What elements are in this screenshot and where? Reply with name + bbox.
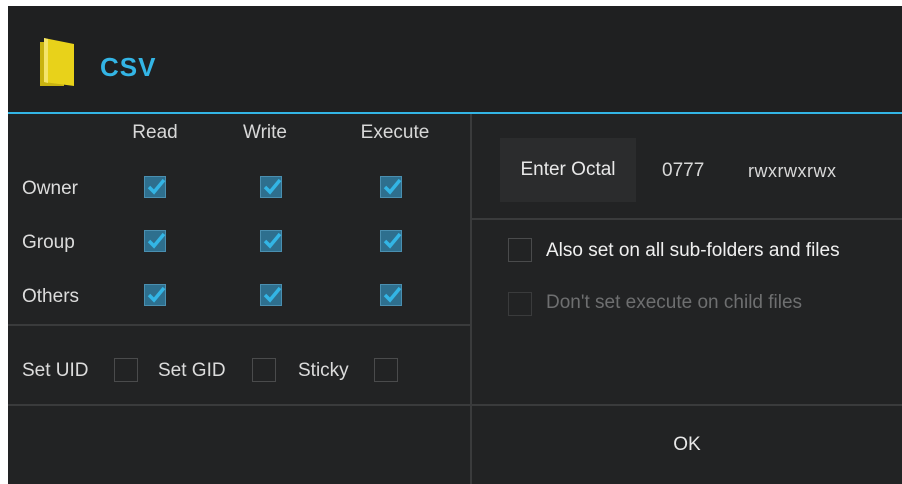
checkmark-icon — [147, 286, 166, 303]
set-uid-checkbox[interactable] — [114, 358, 138, 382]
sticky-label: Sticky — [298, 360, 349, 381]
set-uid-label: Set UID — [22, 360, 89, 381]
octal-value: 0777 — [662, 160, 705, 181]
recursive-label: Also set on all sub-folders and files — [546, 240, 840, 261]
folder-icon — [40, 38, 74, 86]
group-execute-checkbox[interactable] — [380, 230, 402, 252]
owner-write-checkbox[interactable] — [260, 176, 282, 198]
sticky-checkbox[interactable] — [374, 358, 398, 382]
owner-read-checkbox[interactable] — [144, 176, 166, 198]
column-header-write: Write — [243, 122, 287, 143]
permissions-dialog: CSV Read Write Execute Owner Group Other… — [8, 6, 902, 484]
row-label-others: Others — [22, 286, 80, 307]
group-read-checkbox[interactable] — [144, 230, 166, 252]
title-divider — [8, 112, 902, 114]
octal-divider — [472, 218, 902, 220]
others-read-checkbox[interactable] — [144, 284, 166, 306]
checkmark-icon — [147, 232, 166, 249]
no-exec-child-label: Don't set execute on child files — [546, 292, 803, 313]
owner-execute-checkbox[interactable] — [380, 176, 402, 198]
set-gid-checkbox[interactable] — [252, 358, 276, 382]
checkmark-icon — [147, 178, 166, 195]
group-write-checkbox[interactable] — [260, 230, 282, 252]
row-label-group: Group — [22, 232, 75, 253]
column-header-read: Read — [132, 122, 178, 143]
dialog-title: CSV — [100, 52, 157, 82]
checkmark-icon — [383, 178, 402, 195]
checkmark-icon — [383, 232, 402, 249]
dialog-title-bar: CSV — [8, 6, 902, 112]
ok-button[interactable]: OK — [472, 406, 902, 484]
checkmark-icon — [383, 286, 402, 303]
grid-divider — [8, 324, 470, 326]
row-label-owner: Owner — [22, 178, 78, 199]
column-header-execute: Execute — [360, 122, 430, 143]
checkmark-icon — [263, 232, 282, 249]
recursive-checkbox[interactable] — [508, 238, 532, 262]
no-exec-child-checkbox[interactable] — [508, 292, 532, 316]
others-write-checkbox[interactable] — [260, 284, 282, 306]
checkmark-icon — [263, 178, 282, 195]
checkmark-icon — [263, 286, 282, 303]
footer-empty-area — [8, 406, 470, 484]
others-execute-checkbox[interactable] — [380, 284, 402, 306]
set-gid-label: Set GID — [158, 360, 226, 381]
symbolic-permissions: rwxrwxrwx — [748, 161, 837, 181]
enter-octal-button[interactable]: Enter Octal — [500, 138, 636, 202]
